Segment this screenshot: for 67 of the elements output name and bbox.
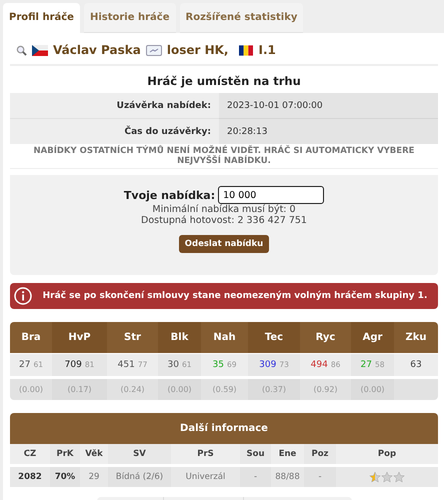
table-cell: (0.00) xyxy=(158,376,201,400)
table-cell: (0.00) xyxy=(10,376,52,400)
column-header: Ryc xyxy=(300,322,351,353)
league-link[interactable]: I.1 xyxy=(258,43,276,57)
table-cell: (0.92) xyxy=(300,376,351,400)
field-value: 2023-10-01 07:00:00 xyxy=(219,93,438,118)
alert-text: Hráč se po skončení smlouvy stane neomezeným volným hráčem skupiny 1. xyxy=(42,291,428,301)
column-header: Blk xyxy=(158,322,201,353)
column-header: Ene xyxy=(271,444,304,464)
column-header: HvP xyxy=(52,322,107,353)
flag-icon xyxy=(239,44,254,56)
column-header: Nah xyxy=(201,322,248,353)
column-header: Agr xyxy=(351,322,394,353)
column-header: Str xyxy=(107,322,158,353)
table-cell: - xyxy=(240,464,271,487)
column-header: CZ xyxy=(10,444,50,464)
table-cell: - xyxy=(304,464,336,487)
stat-value: 35 xyxy=(212,360,224,370)
market-title: Hráč je umístěn na trhu xyxy=(146,73,302,90)
column-header: Pop xyxy=(336,444,438,464)
field-value: 20:28:13 xyxy=(219,118,438,144)
field-label: Čas do uzávěrky: xyxy=(10,118,219,144)
stat-value: 63 xyxy=(410,360,422,370)
table-cell: (0.37) xyxy=(248,376,300,400)
tab[interactable]: Profil hráče xyxy=(3,3,80,33)
table-cell: Univerzál xyxy=(171,464,240,487)
bid-input[interactable]: 10 000 xyxy=(218,186,324,204)
flag-icon xyxy=(32,44,48,56)
column-header: Tec xyxy=(248,322,300,353)
field-label: Uzávěrka nabídek: xyxy=(10,93,219,118)
minimum-bid-text: Minimální nabídka musí být: 0 xyxy=(152,204,296,215)
stat-value: 494 xyxy=(310,360,328,370)
table-cell: 70% xyxy=(50,464,80,487)
column-header: Sou xyxy=(240,444,271,464)
column-header: SV xyxy=(108,444,171,464)
column-header: Bra xyxy=(10,322,52,353)
stat-value: 27 xyxy=(360,360,372,370)
submit-bid-button[interactable]: Odeslat nabídku xyxy=(178,235,270,253)
table-cell: 2082 xyxy=(10,464,50,487)
column-header: Věk xyxy=(80,444,108,464)
section-header: Další informace xyxy=(10,413,438,444)
column-header: PrK xyxy=(50,444,80,464)
stat-value: 309 xyxy=(259,360,276,370)
table-cell: (0.59) xyxy=(201,376,248,400)
search-icon[interactable] xyxy=(16,44,27,56)
stat-value: 27 xyxy=(19,360,30,370)
available-cash-text: Dostupná hotovost: 2 336 427 751 xyxy=(141,215,307,226)
player-name-link[interactable]: Václav Paska xyxy=(53,43,141,57)
info-icon xyxy=(14,287,32,305)
tab[interactable]: Rozšířené statistiky xyxy=(180,3,304,33)
team-link[interactable]: loser HK, xyxy=(166,43,228,57)
table-cell: 88/88 xyxy=(271,464,304,487)
table-cell: (0.17) xyxy=(52,376,107,400)
table-cell: (0.00) xyxy=(351,376,394,400)
table-cell: 29 xyxy=(80,464,108,487)
column-header: Zku xyxy=(394,322,438,353)
notice-text: NABÍDKY OSTATNÍCH TÝMŮ NENÍ MOŽNÉ VIDĚT. HRÁČ SI AUTOMATICKY VYBERE NEJVYŠŠÍ NABÍDKU. xyxy=(10,144,438,169)
stat-value: 709 xyxy=(64,360,82,370)
table-cell: Bídná (2/6) xyxy=(108,464,171,487)
stat-value: 30 xyxy=(168,360,179,370)
column-header: Poz xyxy=(304,444,336,464)
card-icon xyxy=(146,44,162,56)
stat-value: 451 xyxy=(118,360,135,370)
tab[interactable]: Historie hráče xyxy=(84,3,176,33)
table-cell: (0.24) xyxy=(107,376,158,400)
column-header: PrS xyxy=(171,444,240,464)
bid-label: Tvoje nabídka: xyxy=(124,188,216,202)
